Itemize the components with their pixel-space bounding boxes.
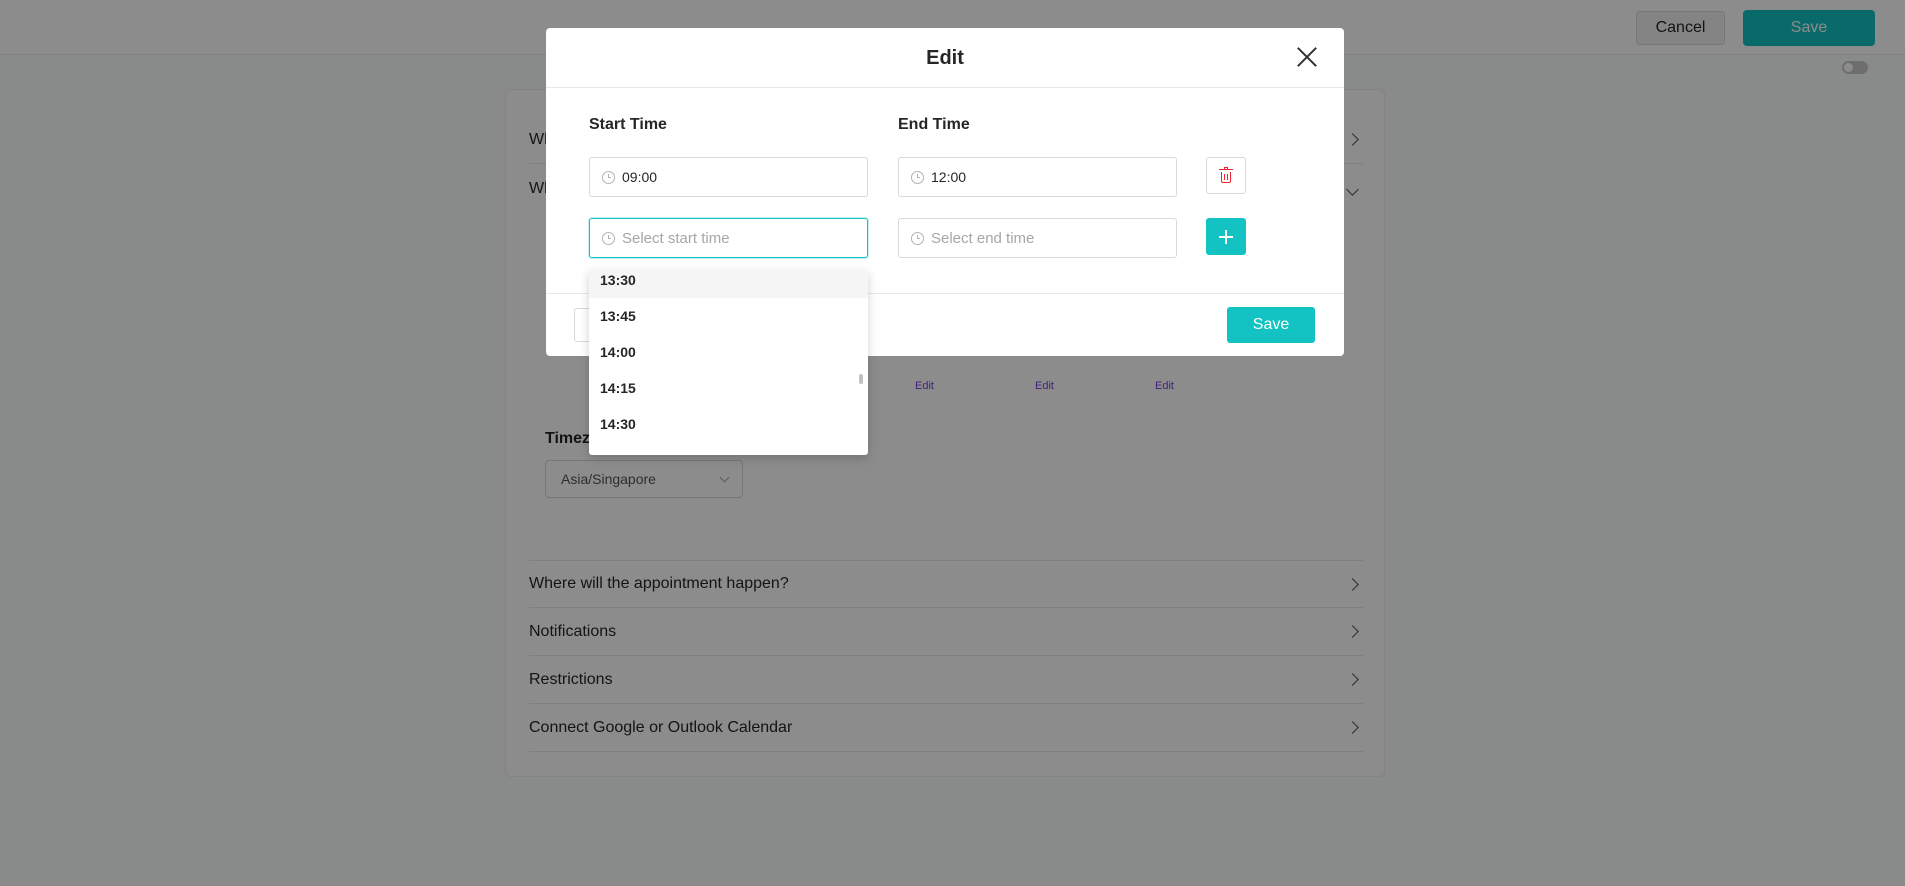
time-option[interactable]: 14:15 (589, 370, 868, 406)
end-time-placeholder: Select end time (931, 229, 1035, 247)
clock-icon (602, 170, 615, 184)
start-time-value: 09:00 (622, 169, 658, 185)
modal-title: Edit (926, 47, 964, 69)
end-time-input[interactable]: 12:00 (898, 157, 1177, 197)
clock-icon (911, 170, 924, 184)
end-time-value: 12:00 (931, 169, 967, 185)
time-option[interactable]: 14:00 (589, 334, 868, 370)
start-time-label: Start Time (589, 116, 667, 133)
new-end-time-input[interactable]: Select end time (898, 218, 1177, 258)
new-start-time-input[interactable]: Select start time (589, 218, 868, 258)
time-option[interactable]: 14:30 (589, 406, 868, 442)
modal-header: Edit (546, 28, 1344, 88)
start-time-input[interactable]: 09:00 (589, 157, 868, 197)
end-time-label: End Time (898, 116, 970, 133)
modal-save-button[interactable]: Save (1227, 307, 1315, 343)
trash-icon (1219, 166, 1233, 183)
clock-icon (602, 231, 615, 245)
clock-icon (911, 231, 924, 245)
add-row-button[interactable] (1206, 218, 1246, 255)
time-dropdown: 13:30 13:45 14:00 14:15 14:30 (589, 270, 868, 455)
delete-row-button[interactable] (1206, 157, 1246, 194)
dropdown-scrollbar[interactable] (859, 374, 863, 384)
start-time-placeholder: Select start time (622, 229, 730, 247)
close-icon[interactable] (1296, 46, 1318, 68)
time-option[interactable]: 13:30 (589, 270, 868, 298)
time-option[interactable]: 13:45 (589, 298, 868, 334)
